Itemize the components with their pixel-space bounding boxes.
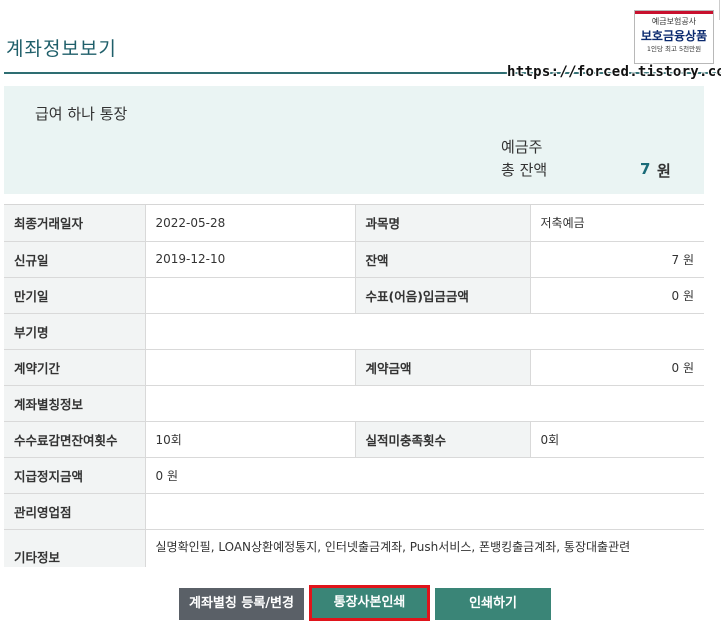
alias-info-label: 계좌별칭정보	[4, 385, 145, 422]
extra-name-label: 부기명	[4, 313, 145, 350]
badge-accent-bar	[635, 11, 713, 14]
balance-row-value: 7 원	[529, 241, 704, 278]
table-row: 관리영업점	[4, 493, 704, 530]
badge-title: 보호금융상품	[640, 29, 708, 43]
opened-label: 신규일	[4, 241, 145, 278]
subject-value: 저축예금	[529, 205, 704, 242]
fee-waiver-label: 수수료감면잔여횟수	[4, 421, 145, 458]
table-row: 계약기간 계약금액 0 원	[4, 349, 704, 386]
passbook-copy-print-button[interactable]: 통장사본인쇄	[309, 585, 430, 621]
table-row: 부기명	[4, 313, 704, 350]
table-row: 신규일 2019-12-10 잔액 7 원	[4, 241, 704, 278]
account-summary-panel: 급여 하나 통장 예금주 총 잔액 7 원	[4, 86, 704, 194]
table-row: 계좌별칭정보	[4, 385, 704, 422]
check-deposit-label: 수표(어음)입금금액	[354, 277, 530, 314]
badge-issuer: 예금보험공사	[651, 17, 697, 26]
suspended-amount-value: 0 원	[144, 457, 704, 494]
maturity-label: 만기일	[4, 277, 145, 314]
contract-term-value	[144, 349, 355, 386]
opened-value: 2019-12-10	[144, 241, 355, 278]
total-balance-value: 7	[640, 160, 651, 178]
maturity-value	[144, 277, 355, 314]
table-row: 지급정지금액 0 원	[4, 457, 704, 494]
table-row: 최종거래일자 2022-05-28 과목명 저축예금	[4, 205, 704, 242]
unmet-count-label: 실적미충족횟수	[354, 421, 530, 458]
table-row: 만기일 수표(어음)입금금액 0 원	[4, 277, 704, 314]
last-txn-label: 최종거래일자	[4, 205, 145, 242]
branch-value	[144, 493, 704, 530]
balance-row-label: 잔액	[354, 241, 530, 278]
deposit-insurance-badge: 예금보험공사 보호금융상품 1인당 최고 5천만원	[634, 10, 714, 64]
table-row: 수수료감면잔여횟수 10회 실적미충족횟수 0회	[4, 421, 704, 458]
balance-label: 예금주 총 잔액	[501, 136, 547, 182]
window-edge-line	[719, 0, 720, 20]
unmet-count-value: 0회	[529, 421, 704, 458]
other-info-label: 기타정보	[4, 529, 145, 567]
total-balance-unit: 원	[657, 162, 671, 180]
last-txn-value: 2022-05-28	[144, 205, 355, 242]
suspended-amount-label: 지급정지금액	[4, 457, 145, 494]
fee-waiver-value: 10회	[144, 421, 355, 458]
alias-info-value	[144, 385, 704, 422]
check-deposit-value: 0 원	[529, 277, 704, 314]
subject-label: 과목명	[354, 205, 530, 242]
page-title: 계좌정보보기	[6, 38, 117, 60]
alias-register-button[interactable]: 계좌별칭 등록/변경	[179, 588, 304, 620]
contract-term-label: 계약기간	[4, 349, 145, 386]
account-details-table: 최종거래일자 2022-05-28 과목명 저축예금 신규일 2019-12-1…	[4, 204, 704, 567]
other-info-value: 실명확인필, LOAN상환예정통지, 인터넷출금계좌, Push서비스, 폰뱅킹…	[144, 529, 704, 567]
blog-watermark: https://forced.tistory.com	[507, 64, 721, 80]
account-name: 급여 하나 통장	[35, 105, 128, 123]
extra-name-value	[144, 313, 704, 350]
print-button[interactable]: 인쇄하기	[435, 588, 551, 620]
contract-amount-value: 0 원	[529, 349, 704, 386]
contract-amount-label: 계약금액	[354, 349, 530, 386]
holder-label: 예금주	[501, 138, 543, 156]
table-row: 기타정보 실명확인필, LOAN상환예정통지, 인터넷출금계좌, Push서비스…	[4, 529, 704, 567]
badge-limit: 1인당 최고 5천만원	[646, 45, 702, 53]
total-balance-label: 총 잔액	[501, 161, 548, 179]
branch-label: 관리영업점	[4, 493, 145, 530]
